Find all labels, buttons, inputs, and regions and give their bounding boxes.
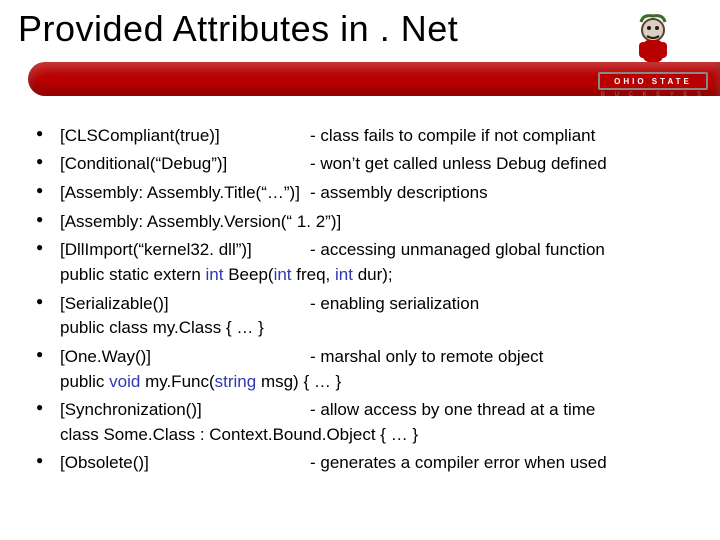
list-item: [One.Way()] - marshal only to remote obj… — [60, 345, 692, 394]
desc-text: - enabling serialization — [310, 292, 479, 317]
code-keyword: int — [206, 265, 229, 284]
mascot-icon — [623, 10, 683, 70]
code-text: Beep( — [228, 265, 273, 284]
desc-text: - marshal only to remote object — [310, 345, 543, 370]
ohio-state-logo: OHIO STATE B U C K E Y E S — [598, 10, 708, 98]
accent-bar: OHIO STATE B U C K E Y E S — [0, 52, 720, 106]
code-text: msg) { … } — [261, 372, 341, 391]
code-keyword: string — [215, 372, 261, 391]
code-line: public static extern int Beep(int freq, … — [60, 263, 692, 288]
code-keyword: int — [335, 265, 358, 284]
desc-text: - allow access by one thread at a time — [310, 398, 595, 423]
attr-text: [One.Way()] — [60, 345, 310, 370]
desc-text: - assembly descriptions — [310, 181, 488, 206]
code-text: public static extern — [60, 265, 206, 284]
attr-text: [CLSCompliant(true)] — [60, 124, 310, 149]
desc-text: - accessing unmanaged global function — [310, 238, 605, 263]
code-line: public void my.Func(string msg) { … } — [60, 370, 692, 395]
list-item: [Conditional(“Debug”)] - won’t get calle… — [60, 152, 692, 177]
code-line: class Some.Class : Context.Bound.Object … — [60, 423, 692, 448]
code-text: dur); — [358, 265, 393, 284]
slide-container: Provided Attributes in . Net OHIO STATE … — [0, 0, 720, 540]
attr-text: [Synchronization()] — [60, 398, 310, 423]
attr-text: [Obsolete()] — [60, 451, 310, 476]
list-item: [Obsolete()] - generates a compiler erro… — [60, 451, 692, 476]
code-text: freq, — [296, 265, 335, 284]
desc-text: - generates a compiler error when used — [310, 451, 607, 476]
logo-sub-text: B U C K E Y E S — [598, 92, 708, 98]
list-item: [Synchronization()] - allow access by on… — [60, 398, 692, 447]
code-line: public class my.Class { … } — [60, 316, 692, 341]
list-item: [DllImport(“kernel32. dll”)] - accessing… — [60, 238, 692, 287]
list-item: [CLSCompliant(true)] - class fails to co… — [60, 124, 692, 149]
list-item: [Assembly: Assembly.Version(“ 1. 2”)] — [60, 210, 692, 235]
code-keyword: int — [274, 265, 297, 284]
code-text: my.Func( — [145, 372, 215, 391]
attr-text: [Assembly: Assembly.Title(“…”)] — [60, 181, 310, 206]
attr-text: [DllImport(“kernel32. dll”)] — [60, 238, 310, 263]
attr-text: [Assembly: Assembly.Version(“ 1. 2”)] — [60, 210, 341, 235]
list-item: [Assembly: Assembly.Title(“…”)] - assemb… — [60, 181, 692, 206]
list-item: [Serializable()] - enabling serializatio… — [60, 292, 692, 341]
code-text: public — [60, 372, 109, 391]
logo-band-text: OHIO STATE — [598, 72, 708, 90]
bullet-list: [CLSCompliant(true)] - class fails to co… — [0, 106, 720, 476]
attr-text: [Serializable()] — [60, 292, 310, 317]
attr-text: [Conditional(“Debug”)] — [60, 152, 310, 177]
desc-text: - won’t get called unless Debug defined — [310, 152, 607, 177]
code-keyword: void — [109, 372, 145, 391]
desc-text: - class fails to compile if not complian… — [310, 124, 595, 149]
